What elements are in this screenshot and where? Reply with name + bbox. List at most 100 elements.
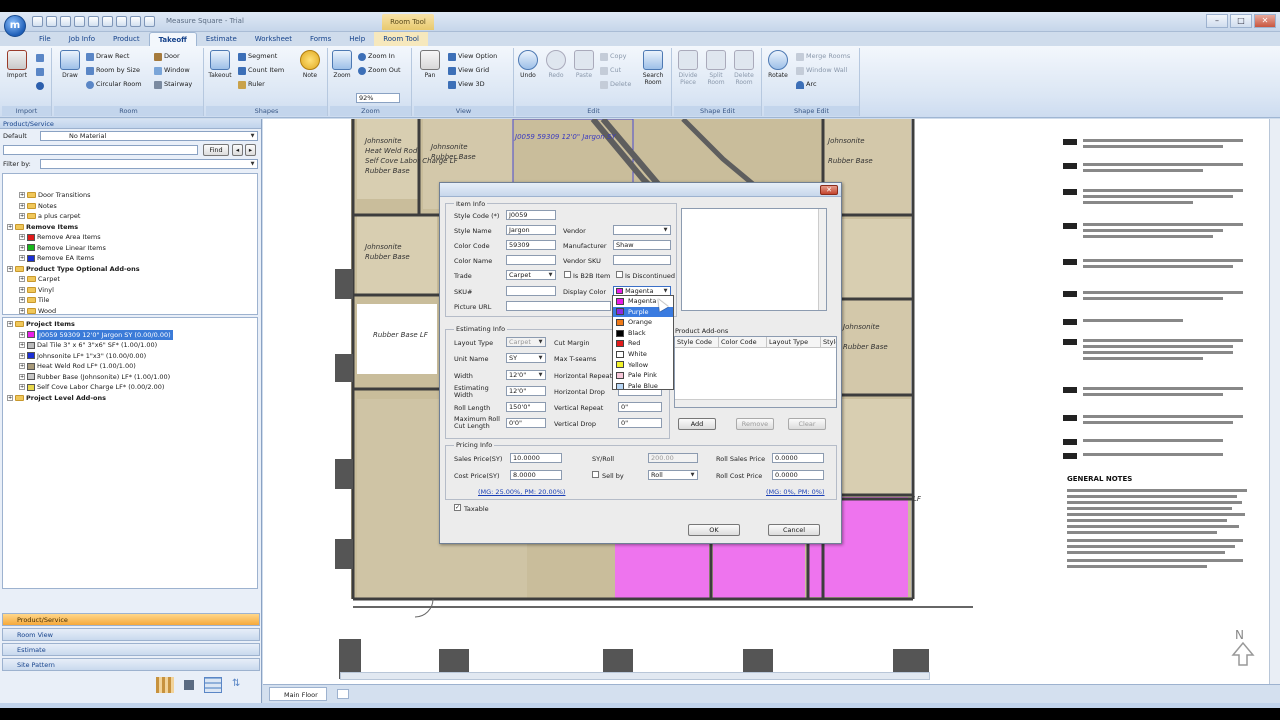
clear-addons-button[interactable]: Clear bbox=[788, 418, 826, 430]
pan-button[interactable]: Pan bbox=[418, 50, 442, 79]
takeout-button[interactable]: Takeout bbox=[208, 50, 232, 79]
tree-item[interactable]: + Carpet bbox=[3, 274, 257, 285]
cancel-button[interactable]: Cancel bbox=[768, 524, 820, 536]
redo-icon[interactable] bbox=[102, 16, 113, 27]
import-option-button[interactable] bbox=[36, 52, 44, 63]
nav-site-pattern[interactable]: Site Pattern bbox=[2, 658, 260, 671]
zoom-button[interactable]: Zoom bbox=[330, 50, 354, 79]
dialog-close-button[interactable]: ✕ bbox=[820, 185, 838, 195]
find-input[interactable] bbox=[3, 145, 198, 155]
expand-icon[interactable]: + bbox=[19, 307, 25, 314]
expand-icon[interactable]: + bbox=[19, 244, 25, 251]
undo-button[interactable]: Undo bbox=[516, 50, 540, 79]
expand-icon[interactable]: + bbox=[7, 321, 13, 328]
maximize-button[interactable]: □ bbox=[1230, 14, 1252, 28]
is-discontinued-checkbox[interactable] bbox=[616, 271, 623, 278]
note-button[interactable]: Note bbox=[298, 50, 322, 79]
tab-takeoff[interactable]: Takeoff bbox=[148, 32, 197, 46]
paste-button[interactable]: Paste bbox=[572, 50, 596, 79]
expand-icon[interactable]: + bbox=[19, 234, 25, 241]
tab-file[interactable]: File bbox=[30, 32, 60, 46]
color-option[interactable]: Black bbox=[613, 328, 673, 339]
color-option[interactable]: Pale Pink bbox=[613, 370, 673, 381]
open-folder-icon[interactable] bbox=[46, 16, 57, 27]
vertical-drop-input[interactable]: 0" bbox=[618, 418, 662, 428]
undo-icon[interactable] bbox=[88, 16, 99, 27]
redo-button[interactable]: Redo bbox=[544, 50, 568, 79]
vendor-sku-input[interactable] bbox=[613, 255, 671, 265]
minimize-button[interactable]: – bbox=[1206, 14, 1228, 28]
save-icon[interactable] bbox=[60, 16, 71, 27]
customize-toolbar-icon[interactable] bbox=[144, 16, 155, 27]
doc-tab-main-floor[interactable]: Main Floor bbox=[269, 687, 327, 701]
expand-icon[interactable]: + bbox=[19, 297, 25, 304]
tab-worksheet[interactable]: Worksheet bbox=[246, 32, 301, 46]
copy-button[interactable]: Copy bbox=[600, 51, 627, 62]
rotate-button[interactable]: Rotate bbox=[766, 50, 790, 79]
taxable-checkbox[interactable]: ✓ bbox=[454, 504, 461, 511]
expand-icon[interactable]: + bbox=[19, 276, 25, 283]
cost-price-input[interactable]: 8.0000 bbox=[510, 470, 562, 480]
picture-scrollbar[interactable] bbox=[818, 209, 826, 310]
tree-item[interactable]: + Door Transitions bbox=[3, 190, 257, 201]
markup-link-left[interactable]: (MG: 25.00%, PM: 20.00%) bbox=[478, 488, 565, 496]
door-button[interactable]: Door bbox=[154, 51, 180, 62]
unit-name-select[interactable]: SY ▼ bbox=[506, 353, 546, 363]
tab-job-info[interactable]: Job Info bbox=[60, 32, 104, 46]
view-option-button[interactable]: View Option bbox=[448, 51, 497, 62]
tab-forms[interactable]: Forms bbox=[301, 32, 340, 46]
color-name-input[interactable] bbox=[506, 255, 556, 265]
tree-item[interactable]: + Wood bbox=[3, 306, 257, 314]
zoom-level-input[interactable]: 92% bbox=[356, 93, 400, 103]
tab-estimate[interactable]: Estimate bbox=[197, 32, 246, 46]
tree-item[interactable]: + Tile bbox=[3, 295, 257, 306]
window-wall-button[interactable]: Window Wall bbox=[796, 65, 847, 76]
expand-icon[interactable]: + bbox=[19, 384, 25, 391]
tree-item[interactable]: + Remove Linear Items bbox=[3, 243, 257, 254]
help-icon[interactable] bbox=[130, 16, 141, 27]
tab-product[interactable]: Product bbox=[104, 32, 149, 46]
default-material-select[interactable]: No Material ▼ bbox=[40, 131, 258, 141]
ruler-button[interactable]: Ruler bbox=[238, 79, 265, 90]
color-code-input[interactable]: 59309 bbox=[506, 240, 556, 250]
circular-room-button[interactable]: Circular Room bbox=[86, 79, 142, 90]
merge-rooms-button[interactable]: Merge Rooms bbox=[796, 51, 850, 62]
import-help-button[interactable] bbox=[36, 80, 44, 91]
width-select[interactable]: 12'0" ▼ bbox=[506, 370, 546, 380]
style-code-input[interactable]: J0059 bbox=[506, 210, 556, 220]
color-option[interactable]: Red bbox=[613, 338, 673, 349]
import-settings-button[interactable] bbox=[36, 66, 44, 77]
nav-estimate[interactable]: Estimate bbox=[2, 643, 260, 656]
divide-piece-button[interactable]: Divide Piece bbox=[676, 50, 700, 86]
segment-button[interactable]: Segment bbox=[238, 51, 277, 62]
vertical-repeat-input[interactable]: 0" bbox=[618, 402, 662, 412]
expand-icon[interactable]: + bbox=[19, 352, 25, 359]
tree-item[interactable]: + Remove EA Items bbox=[3, 253, 257, 264]
up-down-icon[interactable]: ⇅ bbox=[232, 677, 242, 691]
tree-item[interactable]: + Dal Tile 3" x 6" 3"x6" SF* (1.00/1.00) bbox=[3, 340, 257, 351]
tree-item[interactable]: + Self Cove Labor Charge LF* (0.00/2.00) bbox=[3, 382, 257, 393]
count-item-button[interactable]: Count Item bbox=[238, 65, 284, 76]
filter-select[interactable]: ▼ bbox=[40, 159, 258, 169]
remove-addon-button[interactable]: Remove bbox=[736, 418, 774, 430]
addons-col-color-code[interactable]: Color Code bbox=[719, 337, 767, 348]
room-by-size-button[interactable]: Room by Size bbox=[86, 65, 140, 76]
find-prev-button[interactable]: ◂ bbox=[232, 144, 243, 156]
roll-sales-price-input[interactable]: 0.0000 bbox=[772, 453, 824, 463]
tree-item[interactable]: + Product Type Optional Add-ons bbox=[3, 264, 257, 275]
layout-type-select[interactable]: Carpet ▼ bbox=[506, 337, 546, 347]
tree-item[interactable]: + J0059 59309 12'0" Jargon SY (0.00/0.00) bbox=[3, 329, 257, 340]
nav-room-view[interactable]: Room View bbox=[2, 628, 260, 641]
markup-link-right[interactable]: (MG: 0%, PM: 0%) bbox=[766, 488, 825, 496]
expand-icon[interactable]: + bbox=[19, 255, 25, 262]
arc-button[interactable]: Arc bbox=[796, 79, 817, 90]
expand-icon[interactable]: + bbox=[19, 373, 25, 380]
close-window-button[interactable]: ✕ bbox=[1254, 14, 1276, 28]
draw-rect-button[interactable]: Draw Rect bbox=[86, 51, 129, 62]
find-button[interactable]: Find bbox=[203, 144, 229, 156]
import-button[interactable]: Import bbox=[5, 50, 29, 79]
expand-icon[interactable]: + bbox=[7, 223, 13, 230]
tab-room-tool[interactable]: Room Tool bbox=[374, 32, 428, 46]
roll-cost-price-input[interactable]: 0.0000 bbox=[772, 470, 824, 480]
color-option[interactable]: White bbox=[613, 349, 673, 360]
